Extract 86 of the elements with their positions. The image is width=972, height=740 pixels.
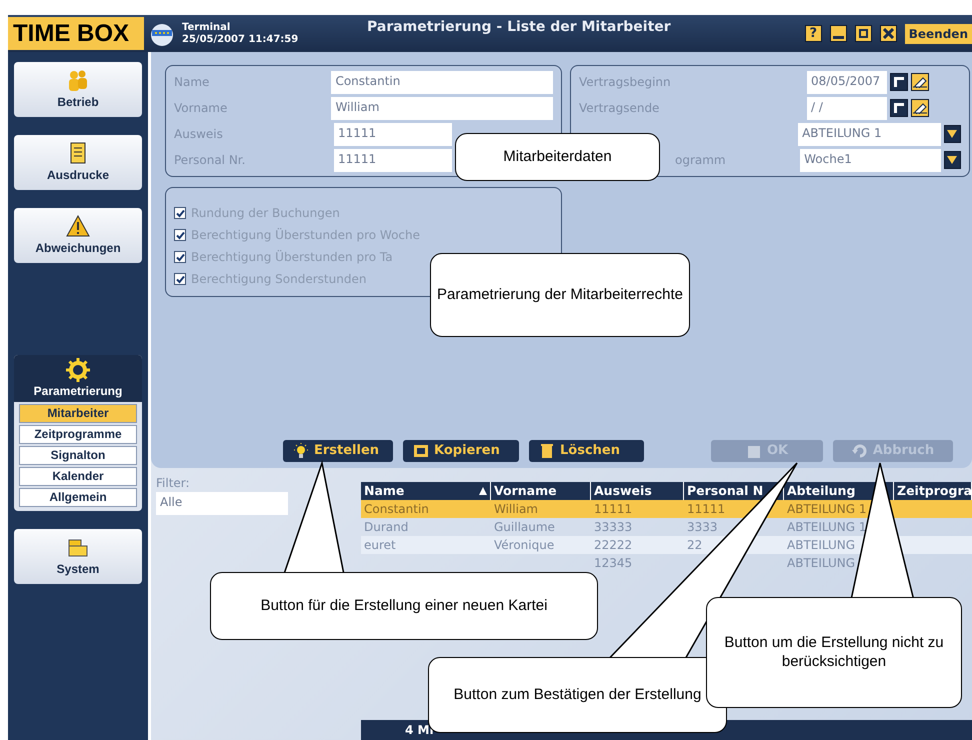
table-cell-text: 3333 — [686, 519, 719, 536]
window-title: Parametrierung - Liste der Mitarbeiter — [367, 18, 671, 37]
sidebar-subitem[interactable]: Signalton — [19, 446, 137, 465]
column-header[interactable]: Name — [361, 482, 491, 500]
clear-button[interactable] — [911, 99, 929, 117]
date-field[interactable]: 08/05/2007 — [807, 70, 887, 94]
table-cell-text: ABTEILUNG — [786, 537, 856, 554]
text-field[interactable]: 11111 — [334, 122, 452, 146]
table-cell-text: 11111 — [686, 501, 726, 518]
action-button[interactable]: Kopieren — [403, 440, 519, 462]
copy-icon — [413, 443, 429, 459]
people-icon — [66, 68, 90, 92]
table-cell-text: ABTEILUNG — [786, 555, 856, 572]
calendar-button[interactable] — [890, 99, 908, 117]
sidebar-button[interactable]: Abweichungen — [14, 208, 142, 263]
dropdown-button[interactable] — [944, 125, 961, 143]
field-label: Ausweis — [174, 126, 224, 143]
terminal-label: Terminal — [182, 22, 232, 34]
field-label: Vertragsende — [579, 100, 660, 117]
field-label: Name — [174, 74, 210, 91]
date-field[interactable]: / / — [807, 96, 887, 120]
table-cell-text: euret — [363, 537, 397, 554]
table-cell-text: Véronique — [493, 537, 556, 554]
table-cell-text: 22222 — [593, 537, 634, 554]
checkbox[interactable] — [174, 229, 186, 241]
column-header[interactable]: Vorname — [491, 482, 591, 500]
clear-button[interactable] — [911, 73, 929, 91]
help-button[interactable]: ? — [804, 25, 822, 42]
date-time: 25/05/2007 11:47:59 — [182, 34, 300, 46]
eraser-icon — [913, 76, 927, 88]
sidebar-group-title: Parametrierung — [34, 383, 122, 400]
trash-icon — [539, 443, 555, 459]
exit-button[interactable]: Beenden — [904, 24, 972, 44]
sidebar-button[interactable]: Ausdrucke — [14, 135, 142, 190]
text-field[interactable]: 11111 — [334, 148, 452, 172]
callout-bubble: Parametrierung der Mitarbeiterrechte — [430, 253, 690, 337]
dropdown-button[interactable] — [944, 151, 961, 169]
sidebar-subitem[interactable]: Zeitprogramme — [19, 425, 137, 444]
sidebar-button[interactable]: System — [14, 529, 142, 584]
sort-arrow-icon — [479, 487, 487, 495]
calendar-icon — [894, 103, 904, 113]
eraser-icon — [913, 102, 927, 114]
table-cell-text: 22 — [686, 537, 704, 554]
filter-label: Filter: — [156, 475, 191, 492]
calendar-icon — [894, 77, 904, 87]
app-logo: TIME BOX — [8, 17, 144, 50]
sidebar-button[interactable]: Betrieb — [14, 62, 142, 117]
dropdown-field[interactable]: Woche1 — [800, 148, 941, 172]
table-cell-text: 12345 — [593, 555, 634, 572]
table-cell-text: William — [493, 501, 539, 518]
field-label: Vorname — [174, 100, 228, 117]
table-cell-text: ABTEILUNG 1 — [786, 501, 868, 518]
table-cell-text: 11111 — [593, 501, 634, 518]
caret-icon — [947, 130, 958, 138]
caret-icon — [947, 156, 958, 164]
table-cell-text: ABTEILUNG 1 — [786, 519, 868, 536]
dropdown-field[interactable]: ABTEILUNG 1 — [798, 122, 941, 146]
warning-icon — [66, 214, 90, 238]
close-button[interactable] — [880, 25, 897, 42]
sidebar-subitem[interactable]: Kalender — [19, 467, 137, 486]
field-label: Vertragsbeginn — [579, 74, 672, 91]
table-cell-text: Guillaume — [493, 519, 556, 536]
action-button[interactable]: Löschen — [529, 440, 644, 462]
sidebar-subitem[interactable]: Mitarbeiter — [19, 404, 137, 423]
minimize-button[interactable] — [830, 25, 847, 42]
table-cell-text: 33333 — [593, 519, 634, 536]
callout-bubble: Mitarbeiterdaten — [455, 133, 660, 181]
undo-icon — [852, 443, 868, 459]
text-field[interactable]: Constantin — [331, 70, 553, 94]
checkbox[interactable] — [174, 207, 186, 219]
action-button[interactable]: Erstellen — [283, 440, 393, 462]
table-cell-text: Constantin — [363, 501, 430, 518]
calendar-button[interactable] — [890, 73, 908, 91]
light-bulb-icon — [293, 443, 309, 459]
checkbox[interactable] — [174, 273, 186, 285]
sidebar-subitem[interactable]: Allgemein — [19, 488, 137, 507]
field-label: Personal Nr. — [174, 152, 246, 169]
box-icon — [746, 443, 762, 459]
gear-icon — [66, 358, 90, 382]
maximize-button[interactable] — [854, 25, 872, 42]
table-cell-text: Durand — [363, 519, 410, 536]
checkbox[interactable] — [174, 251, 186, 263]
filter-field[interactable]: Alle — [156, 492, 288, 515]
text-field[interactable]: William — [331, 96, 553, 120]
column-header[interactable]: Zeitprogra — [894, 482, 972, 500]
column-header[interactable]: Ausweis — [591, 482, 684, 500]
